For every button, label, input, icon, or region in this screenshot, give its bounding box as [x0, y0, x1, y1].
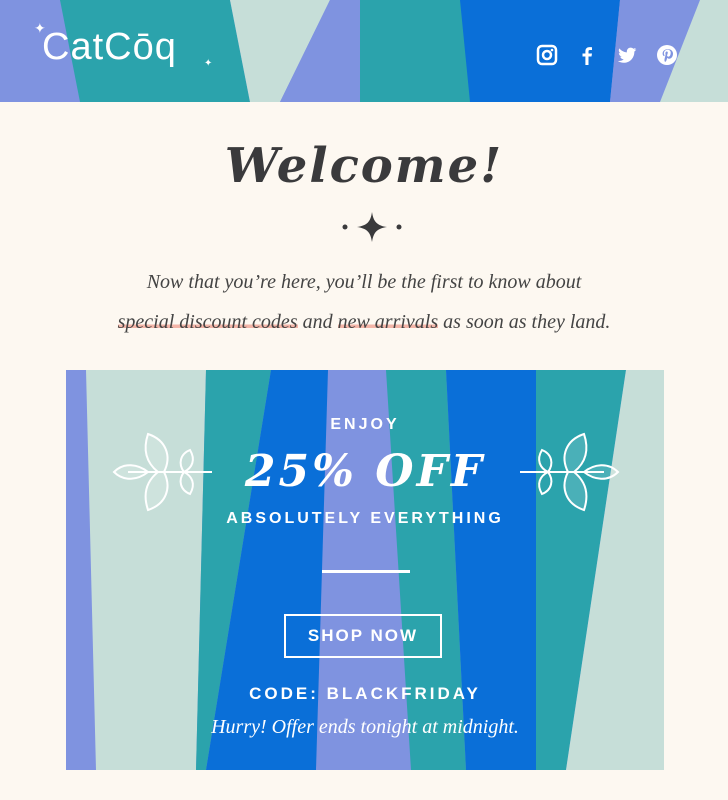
- intro-tail: as soon as they land.: [438, 311, 611, 333]
- promo-discount: 25% OFF: [244, 446, 486, 497]
- promo-deadline-note: Hurry! Offer ends tonight at midnight.: [211, 716, 519, 738]
- intro-line-2: special discount codes and new arrivals …: [60, 302, 668, 342]
- intro-and: and: [297, 311, 338, 333]
- intro-line-1: Now that you’re here, you’ll be the firs…: [146, 271, 582, 293]
- promo-banner[interactable]: ENJOY 25% OFF ABSOLUTELY EVERYTHING SHOP…: [66, 370, 664, 770]
- twitter-icon[interactable]: [616, 44, 638, 66]
- pinterest-icon[interactable]: [656, 44, 678, 66]
- shop-now-button[interactable]: SHOP NOW: [284, 614, 442, 658]
- promo-enjoy: ENJOY: [330, 416, 400, 433]
- star-divider-icon: [342, 212, 402, 242]
- brand-logo[interactable]: CatCōq: [42, 26, 177, 69]
- promo-scope: ABSOLUTELY EVERYTHING: [226, 510, 504, 527]
- welcome-title: Welcome!: [224, 138, 504, 194]
- facebook-icon[interactable]: [576, 44, 598, 66]
- intro-text: Now that you’re here, you’ll be the firs…: [60, 262, 668, 342]
- promo-code: CODE: BLACKFRIDAY: [249, 684, 481, 703]
- promo-divider: [322, 570, 410, 573]
- header-banner: ✦ ✦ CatCōq: [0, 0, 728, 102]
- sparkle-icon: ✦: [204, 58, 213, 69]
- highlight-discount-codes: special discount codes: [117, 311, 298, 333]
- social-links: [536, 44, 678, 66]
- highlight-new-arrivals: new arrivals: [337, 311, 439, 333]
- instagram-icon[interactable]: [536, 44, 558, 66]
